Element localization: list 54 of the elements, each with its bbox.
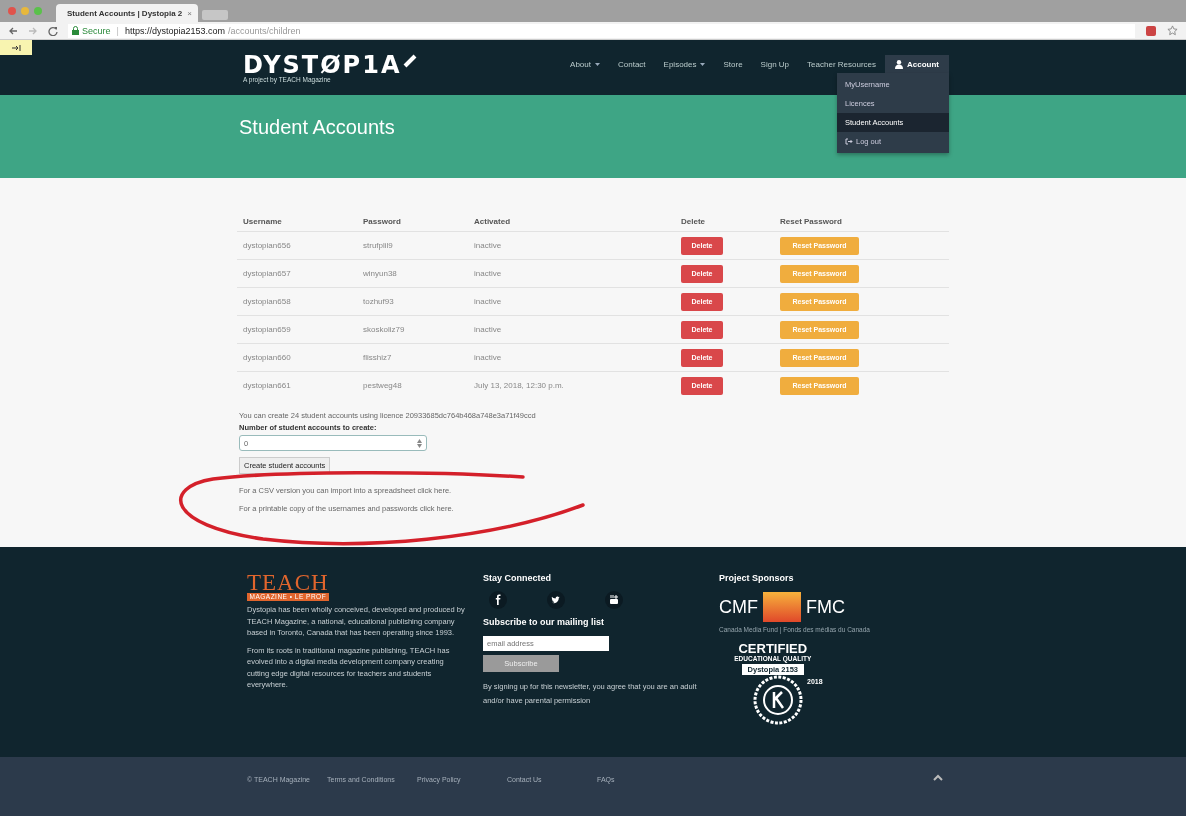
page-title: Student Accounts [238,115,395,139]
browser-tab[interactable]: Student Accounts | Dystopia 2 × [56,4,198,22]
table-cell-text: dystopian656 [242,241,292,250]
column-header: Activated [473,216,511,226]
column-header: Username [242,216,283,226]
bookmark-button[interactable] [0,40,32,55]
table-cell-text: dystopian658 [242,297,292,306]
back-arrow-icon[interactable] [8,25,18,36]
facebook-icon[interactable] [489,591,507,609]
nav-link[interactable]: About [561,55,609,73]
section-heading: Project Sponsors [719,573,795,583]
table-cell-text: dystopian657 [242,269,292,278]
lock-icon [72,26,79,35]
table-cell-text: tozhuf93 [362,297,395,306]
table-cell-text: dystopian660 [242,353,292,362]
cmf-logo: CMF FMC [719,592,949,622]
section-heading: Subscribe to our mailing list [483,617,606,627]
nav-link[interactable]: Contact [609,55,655,73]
nav-link[interactable]: Store [714,55,752,73]
user-icon [895,59,903,69]
sign-out-icon [845,138,853,145]
extension-icon[interactable] [1145,24,1157,37]
section-heading: Stay Connected [483,573,552,583]
table-cell-text: dystopian661 [242,381,292,390]
youtube-icon[interactable] [605,591,623,609]
stepper-icon [417,438,422,448]
tab-close-button[interactable]: × [187,8,192,18]
nav-link[interactable]: Episodes [654,55,715,73]
table-cell-text: inactive [473,269,503,278]
nav-link[interactable]: Account [885,55,949,73]
table-cell-text: pestweg48 [362,381,403,390]
reload-icon[interactable] [48,25,58,36]
table-cell-text: winyun38 [362,269,398,278]
table-cell-text: dystopian659 [242,325,292,334]
seal-icon [753,675,803,725]
column-header: Delete [680,216,706,226]
table-cell-text: inactive [473,241,503,250]
table-cell-text: skoskoliz79 [362,325,406,334]
table-cell-text: inactive [473,353,503,362]
address-bar[interactable]: Secure | https://dystopia2153.com /accounts/children [68,23,1135,38]
table-cell-text: inactive [473,297,503,306]
table-cell-text: inactive [473,325,503,334]
table-cell-text: flisshiz7 [362,353,393,362]
scroll-up-chevron-icon[interactable] [933,774,943,781]
arrow-to-bar-icon [11,44,21,51]
table-cell-text: July 13, 2018, 12:30 p.m. [473,381,565,390]
nav-link[interactable]: Teacher Resources [798,55,885,73]
twitter-icon[interactable] [547,591,565,609]
table-cell-text: strufplil9 [362,241,394,250]
star-icon[interactable] [1167,25,1178,36]
nav-link[interactable]: Sign Up [751,55,799,73]
site-logo[interactable]: DYSTØP1A [243,54,402,76]
column-header: Password [362,216,402,226]
column-header: Reset Password [779,216,843,226]
